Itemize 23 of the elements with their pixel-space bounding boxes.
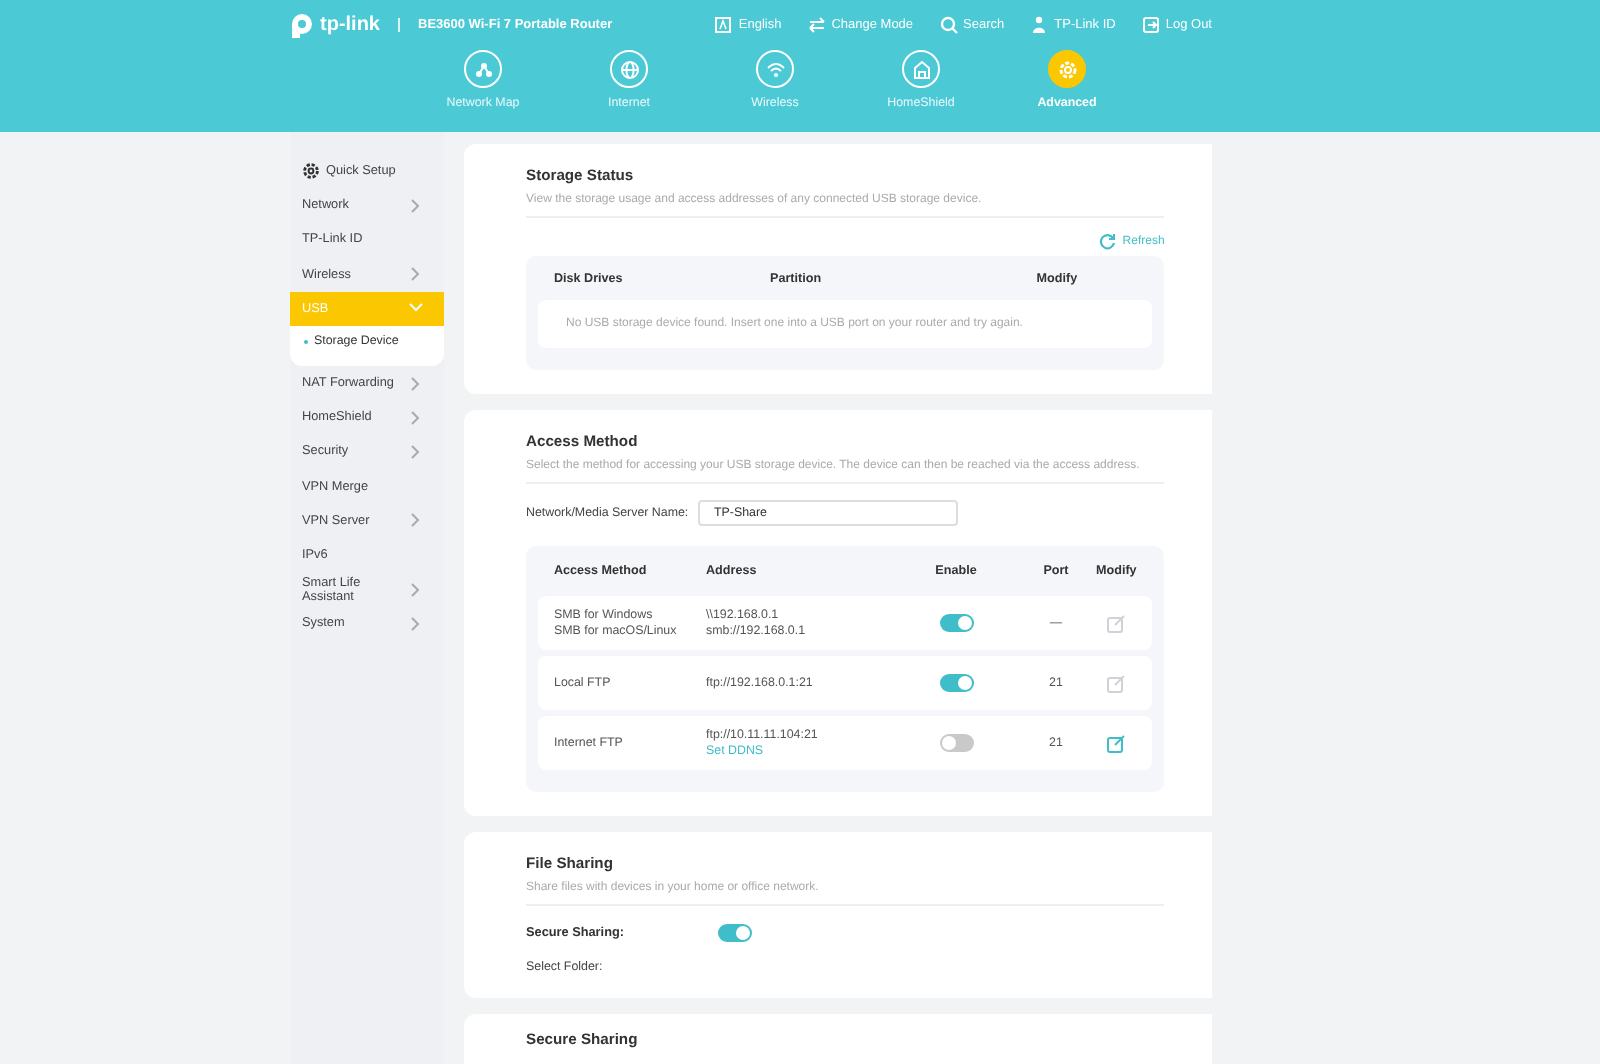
toggle-switch[interactable] xyxy=(718,924,752,942)
logout-icon xyxy=(1141,16,1160,34)
globe-icon xyxy=(619,59,639,79)
house-shield-icon xyxy=(911,59,931,79)
gear-icon xyxy=(1057,59,1077,79)
chevron-right-icon xyxy=(408,197,424,214)
chevron-right-icon xyxy=(408,266,424,283)
edit-icon[interactable] xyxy=(1106,733,1127,753)
toggle-switch[interactable] xyxy=(939,614,973,632)
network-map-icon xyxy=(473,59,493,79)
wifi-icon xyxy=(765,59,785,79)
chevron-right-icon xyxy=(408,512,424,529)
chevron-down-icon xyxy=(408,300,424,317)
refresh-icon xyxy=(1098,232,1117,250)
swap-arrows-icon xyxy=(807,16,826,34)
toggle-switch[interactable] xyxy=(939,734,973,752)
brand-logo-text: tp-link xyxy=(320,14,380,36)
language-icon xyxy=(714,16,733,34)
toggle-switch[interactable] xyxy=(939,674,973,692)
person-icon xyxy=(1030,16,1049,34)
search-icon xyxy=(939,16,958,34)
gear-icon xyxy=(302,162,320,181)
logo-icon xyxy=(290,12,314,38)
